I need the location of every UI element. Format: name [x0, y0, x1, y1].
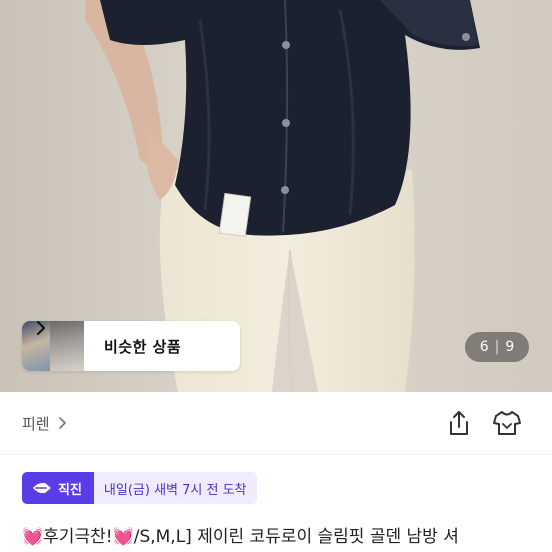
heart-icon: 💓 [112, 527, 134, 547]
product-photo[interactable]: 비슷한 상품 6 | 9 [0, 0, 552, 392]
image-counter-separator: | [494, 339, 500, 355]
heart-icon: 💓 [22, 527, 44, 547]
chevron-right-icon [37, 321, 45, 335]
product-title-part2: /S,M,L] 제이린 코듀로이 슬림핏 골덴 남방 셔 [133, 527, 459, 547]
shop-link[interactable]: 피렌 [22, 413, 68, 434]
delivery-badge: 직진 내일(금) 새벽 7시 전 도착 [22, 472, 257, 504]
similar-product-thumbnail [50, 321, 84, 371]
similar-products-label: 비슷한 상품 [104, 337, 182, 356]
similar-products-button[interactable]: 비슷한 상품 [22, 321, 240, 371]
direct-delivery-label: 직진 [58, 482, 82, 498]
delivery-eta: 내일(금) 새벽 7시 전 도착 [93, 472, 257, 504]
tshirt-icon[interactable] [492, 409, 522, 437]
product-title-part1: 후기극찬! [43, 527, 113, 547]
section-divider [0, 454, 552, 455]
image-counter-total: 9 [505, 339, 515, 355]
bolt-icon [33, 482, 51, 494]
chevron-right-icon [58, 417, 66, 429]
image-counter-current: 6 [479, 339, 489, 355]
shop-name: 피렌 [22, 414, 50, 433]
direct-delivery-badge: 직진 [22, 472, 94, 504]
share-icon[interactable] [446, 409, 472, 437]
shop-row: 피렌 [0, 392, 552, 454]
image-counter: 6 | 9 [465, 332, 529, 362]
similar-products-thumbnails [22, 321, 84, 371]
product-title: 💓후기극찬!💓/S,M,L] 제이린 코듀로이 슬림핏 골덴 남방 셔 [22, 522, 552, 552]
